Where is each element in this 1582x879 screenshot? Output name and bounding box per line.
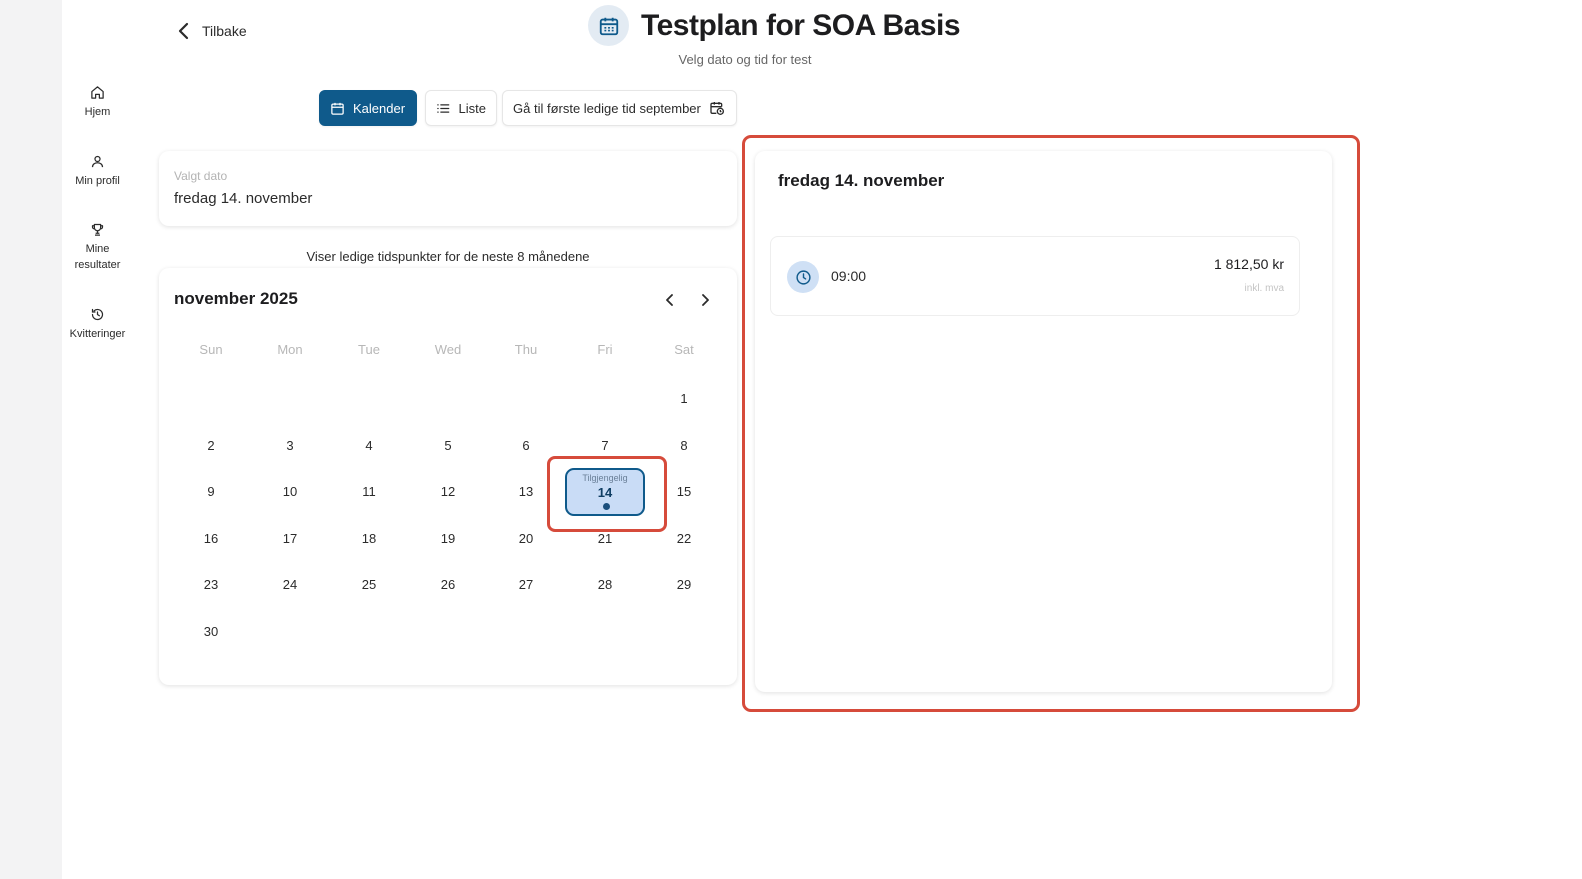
weekday-label: Sun [199, 342, 223, 357]
back-button[interactable]: Tilbake [178, 22, 247, 40]
calendar-card: november 2025 Sun Mon Tue Wed Thu Fri Sat 1234… [159, 268, 737, 685]
first-available-button[interactable]: Gå til første ledige tid september [502, 90, 737, 126]
day-cell[interactable]: 2 [193, 434, 229, 458]
sidebar: Hjem Min profil Mine resultater Kvitteri… [62, 0, 133, 879]
day-cell[interactable]: 5 [430, 434, 466, 458]
sidebar-item-label: Mine resultater [74, 243, 121, 271]
day-cell[interactable]: 9 [193, 480, 229, 504]
month-title: november 2025 [174, 289, 298, 308]
calendar-icon [331, 102, 344, 115]
previous-month-button[interactable] [660, 290, 680, 310]
selected-date-label: Valgt dato [174, 169, 228, 183]
page-title: Testplan for SOA Basis [641, 8, 961, 42]
weekday-label: Tue [358, 342, 380, 357]
day-cell[interactable]: 23 [193, 573, 229, 597]
weekday-label: Thu [514, 342, 538, 357]
day-cell[interactable]: 1 [666, 387, 702, 411]
day-cell[interactable]: 19 [430, 527, 466, 551]
day-cell[interactable]: 24 [272, 573, 308, 597]
page-subtitle: Velg dato og tid for test [678, 52, 812, 67]
sidebar-item-label: Kvitteringer [69, 328, 126, 340]
list-icon [437, 103, 450, 113]
day-number: 14 [597, 485, 613, 500]
next-month-button[interactable] [695, 290, 715, 310]
day-cell[interactable]: 10 [272, 480, 308, 504]
weekday-label: Wed [434, 342, 462, 357]
chevron-left-icon [178, 22, 189, 40]
day-cell[interactable]: 17 [272, 527, 308, 551]
day-cell-selected[interactable]: Tilgjengelig 14 [565, 468, 645, 516]
list-view-button[interactable]: Liste [425, 90, 497, 126]
back-label: Tilbake [202, 23, 247, 39]
list-view-label: Liste [458, 100, 486, 116]
history-icon [91, 308, 104, 321]
day-cell[interactable]: 16 [193, 527, 229, 551]
first-available-label: Gå til første ledige tid september [513, 100, 701, 116]
trophy-icon [91, 223, 104, 236]
day-cell[interactable]: 30 [193, 620, 229, 644]
sidebar-item-home[interactable]: Hjem [62, 85, 133, 120]
time-slots-panel: fredag 14. november 09:00 1 812,50 kr in… [755, 151, 1332, 692]
day-cell[interactable]: 20 [508, 527, 544, 551]
clock-icon [787, 261, 819, 293]
day-cell[interactable]: 11 [351, 480, 387, 504]
day-cell[interactable]: 18 [351, 527, 387, 551]
day-cell[interactable]: 22 [666, 527, 702, 551]
calendar-info-text: Viser ledige tidspunkter for de neste 8 … [306, 249, 590, 264]
day-cell[interactable]: 4 [351, 434, 387, 458]
available-tag: Tilgjengelig [582, 473, 628, 483]
calendar-icon [588, 5, 629, 46]
day-cell[interactable]: 25 [351, 573, 387, 597]
user-icon [91, 155, 104, 168]
sidebar-item-label: Min profil [75, 175, 120, 187]
day-cell[interactable]: 21 [587, 527, 623, 551]
day-cell[interactable]: 13 [508, 480, 544, 504]
day-cell[interactable]: 27 [508, 573, 544, 597]
sidebar-item-profile[interactable]: Min profil [62, 154, 133, 189]
calendar-view-label: Kalender [353, 100, 406, 116]
sidebar-item-label: Hjem [84, 106, 111, 118]
weekday-label: Mon [277, 342, 303, 357]
slot-time: 09:00 [831, 268, 867, 284]
calendar-clock-icon [710, 102, 724, 115]
selected-date-card: Valgt dato fredag 14. november [159, 151, 737, 226]
chevron-right-icon [702, 294, 709, 306]
slot-price: 1 812,50 kr [1213, 256, 1284, 272]
weekday-label: Sat [674, 342, 694, 357]
sidebar-item-results[interactable]: Mine resultater [62, 222, 133, 273]
day-cell[interactable]: 15 [666, 480, 702, 504]
selected-date-value: fredag 14. november [174, 190, 313, 207]
day-cell[interactable]: 29 [666, 573, 702, 597]
chevron-left-icon [666, 294, 673, 306]
availability-dot [603, 503, 610, 510]
page-header: Testplan for SOA Basis [588, 5, 961, 46]
day-cell[interactable]: 12 [430, 480, 466, 504]
day-cell[interactable]: 26 [430, 573, 466, 597]
home-icon [91, 86, 104, 99]
time-slot[interactable]: 09:00 1 812,50 kr inkl. mva [770, 236, 1300, 316]
weekday-label: Fri [597, 342, 613, 357]
slot-vat-note: inkl. mva [1244, 283, 1284, 294]
slots-panel-title: fredag 14. november [778, 171, 945, 190]
day-cell[interactable]: 3 [272, 434, 308, 458]
day-cell[interactable]: 6 [508, 434, 544, 458]
day-cell[interactable]: 8 [666, 434, 702, 458]
day-cell[interactable]: 28 [587, 573, 623, 597]
calendar-view-button[interactable]: Kalender [319, 90, 417, 126]
sidebar-item-receipts[interactable]: Kvitteringer [62, 307, 133, 342]
day-cell[interactable]: 7 [587, 434, 623, 458]
